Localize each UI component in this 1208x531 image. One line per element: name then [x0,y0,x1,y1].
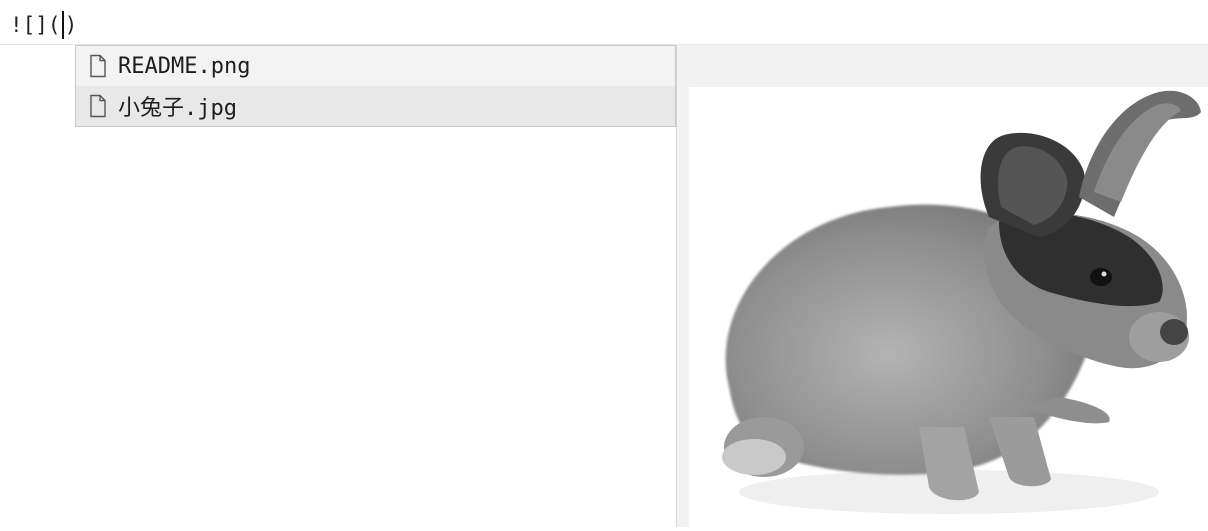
file-icon [90,94,106,118]
preview-image [689,87,1208,527]
text-cursor [61,11,64,39]
line-text-prefix: ![]( [10,13,61,37]
rabbit-image [722,90,1201,514]
editor-line[interactable]: ![]( ) [10,6,77,44]
file-icon [90,54,106,78]
autocomplete-item-rabbit[interactable]: 小兔子.jpg [76,86,675,126]
autocomplete-item-label: README.png [118,53,251,79]
image-preview-panel [676,45,1208,527]
markdown-editor[interactable]: ![]( ) README.png 小兔子.jpg [0,0,1208,527]
autocomplete-item-readme[interactable]: README.png [76,46,675,86]
autocomplete-popup: README.png 小兔子.jpg [75,45,676,127]
line-text-suffix: ) [64,13,78,37]
autocomplete-item-label: 小兔子.jpg [118,96,237,121]
